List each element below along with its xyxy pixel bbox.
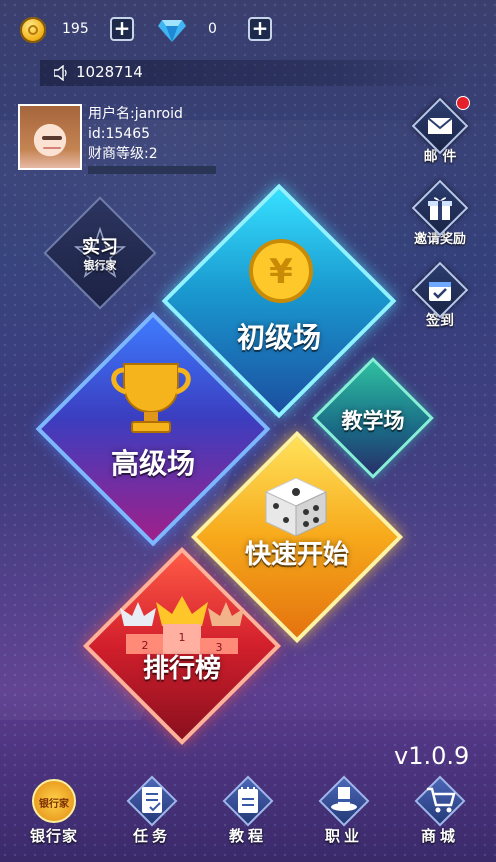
advanced-room-label: 高级场 xyxy=(110,447,195,480)
calendar-check-icon xyxy=(429,282,451,301)
add-coins-button[interactable]: + xyxy=(110,17,134,41)
profile-info: 用户名:janroid id:15465 财商等级:2 xyxy=(88,104,183,164)
avatar[interactable] xyxy=(18,104,82,170)
gem-count: 0 xyxy=(208,21,217,37)
coin-count: 195 xyxy=(62,21,89,37)
username: 用户名:janroid xyxy=(88,106,183,122)
dice-icon xyxy=(264,477,328,537)
user-id: id:15465 xyxy=(88,126,151,142)
coin-icon xyxy=(20,17,46,43)
nav-tutorial-label: 教程 xyxy=(228,827,267,845)
ranking-tile[interactable]: 2 1 3 排行榜 xyxy=(83,547,281,745)
mail-button[interactable]: 邮 件 xyxy=(410,97,470,166)
invite-reward-button[interactable]: 邀请奖励 xyxy=(410,179,470,247)
nav-tasks-label: 任务 xyxy=(132,827,171,845)
quick-start-label: 快速开始 xyxy=(244,540,349,570)
nav-tutorial[interactable]: 教程 xyxy=(208,775,288,846)
banker-medal-text: 银行家 xyxy=(39,799,69,810)
bottom-nav: 银行家 银行家 任务 教程 职业 商城 xyxy=(0,775,496,862)
advanced-room-tile[interactable]: 高级场 xyxy=(35,311,271,547)
game-lobby: 195 + 0 + 1028714 用户名:janroid id:15465 财… xyxy=(0,0,496,862)
nav-shop-label: 商城 xyxy=(420,827,459,845)
shopping-cart-icon xyxy=(427,787,456,813)
tutorial-room-tile[interactable]: 教学场 xyxy=(312,357,434,479)
tutorial-room-label: 教学场 xyxy=(341,409,405,433)
envelope-icon xyxy=(427,117,453,134)
nav-tasks[interactable]: 任务 xyxy=(112,775,192,846)
diamond-icon xyxy=(158,20,186,42)
wealth-level: 财商等级:2 xyxy=(88,146,158,162)
yuan-coin-icon: ¥ xyxy=(249,239,313,303)
gift-icon xyxy=(428,197,452,220)
notebook-icon xyxy=(238,787,258,813)
nav-career[interactable]: 职业 xyxy=(304,775,384,846)
nav-shop[interactable]: 商城 xyxy=(400,775,480,846)
nav-banker-label: 银行家 xyxy=(29,827,78,845)
ranking-label: 排行榜 xyxy=(142,654,221,684)
trophy-icon xyxy=(111,363,191,433)
level-progress-bar xyxy=(88,166,216,174)
speaker-icon xyxy=(54,65,67,81)
nav-banker[interactable]: 银行家 银行家 xyxy=(14,775,94,846)
svg-text:¥: ¥ xyxy=(269,252,293,292)
checkin-button[interactable]: 签到 xyxy=(410,261,470,330)
add-gems-button[interactable]: + xyxy=(248,17,272,41)
podium-1: 1 xyxy=(179,631,186,644)
badge-subtitle: 银行家 xyxy=(83,259,117,272)
intern-banker-badge[interactable]: 实习 银行家 xyxy=(43,196,157,310)
version-label: v1.0.9 xyxy=(394,742,470,770)
top-hat-icon xyxy=(331,787,357,811)
broadcast-text: 1028714 xyxy=(76,63,143,81)
badge-title: 实习 xyxy=(82,237,118,258)
profile-card[interactable]: 用户名:janroid id:15465 财商等级:2 xyxy=(18,104,218,176)
task-list-icon xyxy=(142,787,162,813)
nav-career-label: 职业 xyxy=(324,827,363,845)
broadcast-bar: 1028714 xyxy=(40,60,460,86)
top-bar: 195 + 0 + xyxy=(0,0,496,60)
